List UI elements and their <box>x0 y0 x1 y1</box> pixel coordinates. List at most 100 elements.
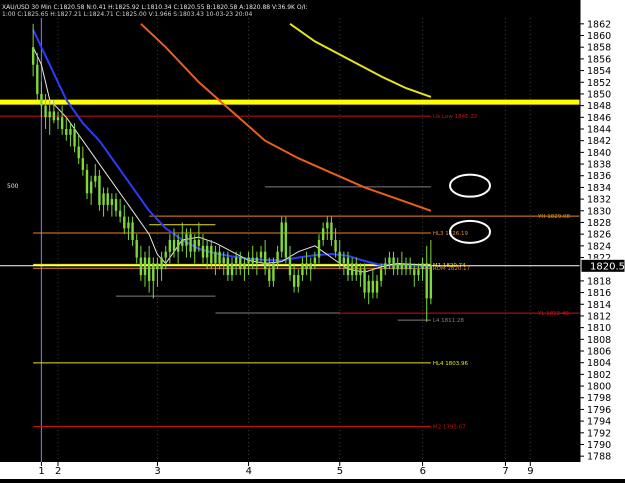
candle-body <box>160 257 163 270</box>
candle-body <box>288 257 292 276</box>
candle-body <box>102 193 105 205</box>
candle-body <box>156 263 159 270</box>
price-tick-label: 1796 <box>587 405 611 416</box>
candle-body <box>263 251 267 270</box>
last-price-label: 1820.58 <box>590 261 625 272</box>
price-tick-label: 1818 <box>587 276 611 287</box>
candle-body <box>193 240 196 252</box>
candle-body <box>36 64 39 94</box>
price-tick-label: 1810 <box>587 323 611 334</box>
price-tick-label: 1832 <box>587 195 611 206</box>
price-tick-label: 1788 <box>587 452 611 463</box>
time-tick-label: 7 <box>502 466 508 477</box>
price-tick-label: 1806 <box>587 347 611 358</box>
price-tick-label: 1836 <box>587 171 611 182</box>
candle <box>284 216 288 264</box>
candle-body <box>89 181 93 194</box>
price-tick-label: 1812 <box>587 311 611 322</box>
candle-body <box>280 222 283 252</box>
candle-body <box>400 263 404 270</box>
candle-body <box>268 269 271 281</box>
candle-body <box>73 129 76 147</box>
level-label-hl4: HL4 1803.96 <box>433 361 469 367</box>
price-tick-label: 1804 <box>587 358 611 369</box>
candle-body <box>222 257 225 264</box>
candle-body <box>255 257 259 264</box>
time-axis[interactable]: 12 3 4 5 6 7 9 <box>0 462 625 479</box>
price-axis[interactable]: 1788179017921794179617981800180218041806… <box>579 0 625 463</box>
candle-body <box>309 263 312 270</box>
candle-body <box>317 240 321 258</box>
candle-body <box>44 105 47 118</box>
candle-body <box>239 257 242 270</box>
candle-body <box>60 117 64 129</box>
level-label-yh: YH 1829.08 <box>537 214 570 220</box>
last-price-marker: 1820.58 <box>580 258 625 273</box>
level-label-l4: L4 1811.28 <box>433 318 465 324</box>
candle-body <box>355 263 358 276</box>
price-tick-label: 1798 <box>587 393 611 404</box>
candle-body <box>127 222 130 229</box>
candle-body <box>226 257 230 276</box>
candle-body <box>425 263 428 299</box>
candle-body <box>52 111 56 121</box>
candle-body <box>396 263 399 270</box>
candle-body <box>201 245 205 258</box>
candle-body <box>297 275 300 287</box>
candle-body <box>65 129 68 135</box>
header-text-secondary: 1:00 C:1825.65 H:1827.21 L:1824.71 C:182… <box>2 11 252 18</box>
candle-body <box>342 257 346 264</box>
price-tick-label: 1858 <box>587 43 611 54</box>
time-tick-label: 4 <box>246 466 252 477</box>
candle-body <box>172 240 176 252</box>
candle-body <box>77 146 80 159</box>
candle-body <box>152 263 155 281</box>
candle-body <box>379 269 383 281</box>
candle-body <box>272 263 275 281</box>
price-tick-label: 1794 <box>587 417 611 428</box>
candle-body <box>40 93 43 106</box>
candle-body <box>143 257 147 276</box>
candle-body <box>408 263 412 270</box>
time-tick-label: 3 <box>154 466 160 477</box>
price-tick-label: 1862 <box>587 19 611 30</box>
price-tick-label: 1842 <box>587 136 611 147</box>
candle-body <box>392 257 395 270</box>
chart-background <box>0 0 625 479</box>
candle-body <box>81 158 85 170</box>
candle-body <box>334 240 337 252</box>
price-tick-label: 1856 <box>587 54 611 65</box>
candle-body <box>326 222 329 229</box>
candle <box>280 216 283 258</box>
candle-body <box>413 269 416 276</box>
candle-body <box>185 234 188 246</box>
price-tick-label: 1828 <box>587 218 611 229</box>
chart-area[interactable]: Ue Low 1846.22 YH 1829.08 HL3 1826.19 M1 18… <box>0 0 625 479</box>
candle-body <box>114 199 118 211</box>
candle-body <box>305 263 308 270</box>
candle-body <box>359 269 362 276</box>
price-tick-label: 1808 <box>587 335 611 346</box>
level-label-yl: YL 1812.48 <box>537 311 569 317</box>
candle-body <box>313 257 317 264</box>
candle <box>98 169 101 211</box>
header-text: XAU/USD 30 Min C:1820.58 N:0.41 H:1825.9… <box>2 4 307 11</box>
time-tick-label: 1 <box>38 466 44 477</box>
price-tick-label: 1792 <box>587 428 611 439</box>
price-tick-label: 1800 <box>587 382 611 393</box>
candle-body <box>404 263 408 270</box>
candle-body <box>276 251 279 264</box>
price-tick-label: 1852 <box>587 78 611 89</box>
candle-body <box>123 216 126 229</box>
candle-body <box>429 265 433 299</box>
candle-body <box>94 175 97 182</box>
candle-body <box>338 251 341 264</box>
candle-body <box>135 240 138 258</box>
candle-body <box>131 222 134 240</box>
candle-body <box>106 193 109 205</box>
candle-body <box>189 234 192 252</box>
candle-body <box>98 175 101 205</box>
price-tick-label: 1846 <box>587 113 611 124</box>
candle-body <box>388 257 391 264</box>
candle-body <box>85 169 89 194</box>
